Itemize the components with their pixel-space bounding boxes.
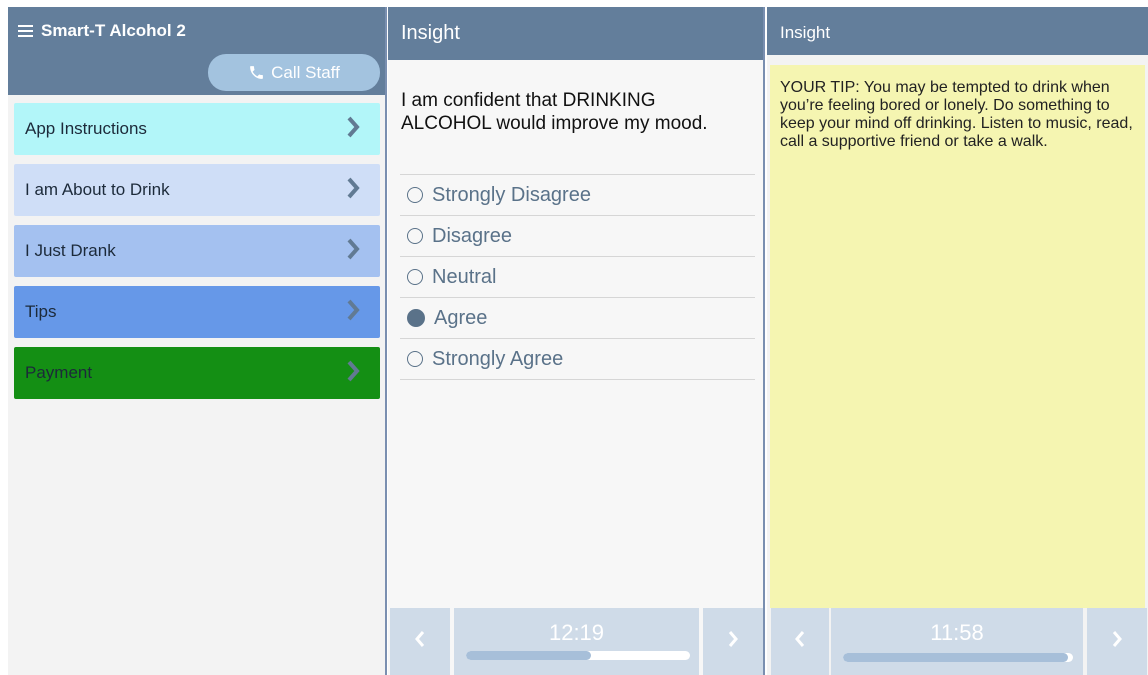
main-menu-screen: Smart-T Alcohol 2 Call Staff App Instruc… [8, 7, 387, 675]
option-agree[interactable]: Agree [400, 298, 755, 339]
menu-item-i-just-drank[interactable]: I Just Drank [14, 225, 380, 277]
menu-item-label: I Just Drank [25, 241, 116, 260]
chevron-right-icon [1111, 630, 1123, 653]
question-text: I am confident that DRINKING ALCOHOL wou… [401, 90, 708, 134]
tip-card: YOUR TIP: You may be tempted to drink wh… [770, 65, 1145, 608]
screen-title: Insight [780, 23, 831, 42]
chevron-right-icon [727, 630, 739, 653]
next-button[interactable] [1087, 608, 1147, 675]
navigation-footer: 12:19 [388, 608, 763, 675]
option-neutral[interactable]: Neutral [400, 257, 755, 298]
app-title-area[interactable]: Smart-T Alcohol 2 [18, 21, 186, 41]
app-header: Smart-T Alcohol 2 Call Staff [8, 7, 385, 95]
timer-panel: 11:58 [831, 608, 1083, 675]
chevron-left-icon [794, 630, 806, 653]
call-staff-label: Call Staff [271, 62, 340, 82]
menu-item-label: I am About to Drink [25, 180, 170, 199]
option-label: Agree [434, 306, 488, 329]
progress-fill [843, 653, 1069, 662]
progress-bar [466, 651, 690, 660]
option-label: Neutral [432, 265, 497, 288]
insight-tip-screen: Insight YOUR TIP: You may be tempted to … [767, 7, 1148, 675]
tip-header: Insight [767, 7, 1148, 55]
progress-fill [466, 651, 592, 660]
chevron-right-icon [346, 359, 360, 388]
option-strongly-disagree[interactable]: Strongly Disagree [400, 175, 755, 216]
menu-item-i-am-about-to-drink[interactable]: I am About to Drink [14, 164, 380, 216]
radio-checked-icon[interactable] [407, 309, 425, 327]
option-strongly-agree[interactable]: Strongly Agree [400, 339, 755, 380]
radio-unchecked-icon[interactable] [407, 228, 423, 244]
option-label: Disagree [432, 224, 513, 247]
radio-unchecked-icon[interactable] [407, 187, 423, 203]
call-staff-button[interactable]: Call Staff [208, 54, 380, 91]
hamburger-icon[interactable] [18, 25, 33, 37]
screen-title: Insight [401, 22, 460, 44]
next-button[interactable] [703, 608, 763, 675]
chevron-right-icon [346, 176, 360, 205]
menu-item-label: App Instructions [25, 119, 147, 138]
menu-item-label: Tips [25, 302, 57, 321]
prev-button[interactable] [390, 608, 450, 675]
timer-label: 11:58 [930, 620, 984, 645]
chevron-right-icon [346, 298, 360, 327]
question-header: Insight [388, 7, 763, 60]
navigation-footer: 11:58 [767, 608, 1148, 675]
option-label: Strongly Disagree [432, 183, 591, 206]
progress-bar [843, 653, 1073, 662]
answer-options: Strongly Disagree Disagree Neutral Agree Str… [400, 174, 755, 380]
prev-button[interactable] [771, 608, 829, 675]
radio-unchecked-icon[interactable] [407, 351, 423, 367]
chevron-right-icon [346, 237, 360, 266]
app-title: Smart-T Alcohol 2 [41, 21, 186, 40]
insight-question-screen: Insight I am confident that DRINKING ALC… [388, 7, 765, 675]
menu-item-tips[interactable]: Tips [14, 286, 380, 338]
radio-unchecked-icon[interactable] [407, 269, 423, 285]
main-menu: App Instructions I am About to Drink I Jus… [14, 103, 380, 408]
menu-item-label: Payment [25, 363, 93, 382]
menu-item-app-instructions[interactable]: App Instructions [14, 103, 380, 155]
option-label: Strongly Agree [432, 347, 564, 370]
tip-text: YOUR TIP: You may be tempted to drink wh… [780, 79, 1133, 150]
chevron-right-icon [346, 115, 360, 144]
menu-item-payment[interactable]: Payment [14, 347, 380, 399]
option-disagree[interactable]: Disagree [400, 216, 755, 257]
chevron-left-icon [414, 630, 426, 653]
phone-icon [248, 64, 265, 81]
timer-panel: 12:19 [454, 608, 699, 675]
timer-label: 12:19 [548, 620, 605, 645]
